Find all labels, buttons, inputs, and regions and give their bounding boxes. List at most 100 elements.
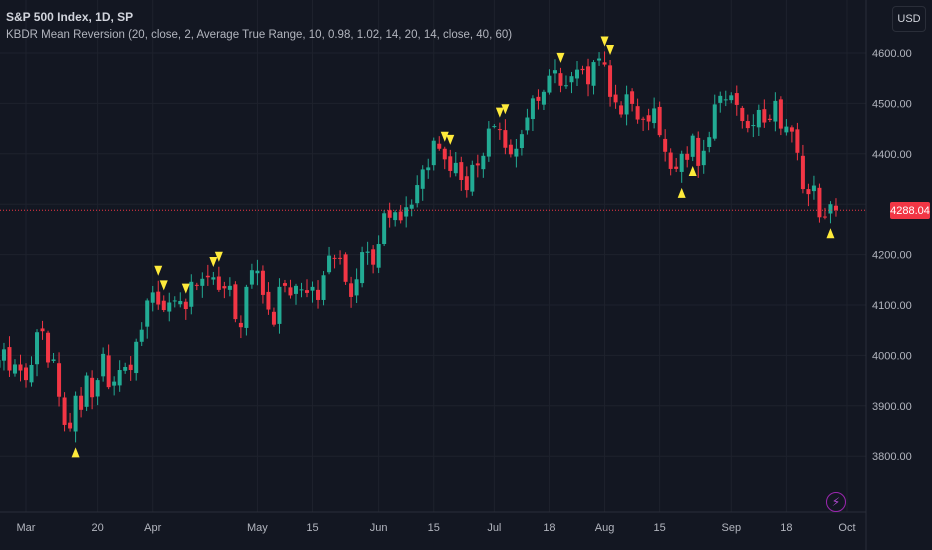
candle-body [773, 100, 778, 122]
candle-body [343, 254, 348, 282]
candle-body [729, 95, 734, 101]
candle-body [740, 107, 745, 122]
candle-body [90, 377, 95, 398]
candle-body [7, 347, 12, 371]
candle-body [541, 91, 546, 105]
candle-body [12, 364, 17, 374]
candle-body [503, 130, 508, 148]
candle-body [563, 85, 568, 87]
currency-button[interactable]: USD [892, 6, 926, 32]
candle-body [310, 286, 315, 291]
candle-body [652, 108, 657, 124]
candle-body [762, 109, 767, 123]
candle-body [216, 276, 221, 290]
y-tick-label: 4500.00 [872, 98, 912, 110]
candle-body [674, 166, 679, 169]
sell-signal-marker [495, 107, 504, 118]
candle-body [101, 353, 106, 377]
buy-signal-marker [71, 447, 80, 458]
y-tick-label: 3800.00 [872, 451, 912, 463]
candle-body [712, 104, 717, 139]
candlestick-chart[interactable]: 4600.00 4500.00 4400.00 4200.00 4100.00 4000.… [0, 0, 932, 550]
x-tick-label: May [247, 522, 268, 534]
candle-body [525, 117, 530, 131]
candle-body [519, 134, 524, 149]
candle-body [657, 106, 662, 136]
candle-body [139, 329, 144, 342]
candle-body [106, 355, 111, 388]
candle-body [552, 70, 557, 74]
candle-body [266, 291, 271, 310]
candle-body [35, 332, 40, 365]
candle-body [255, 270, 260, 274]
candle-body [249, 270, 254, 285]
candle-body [536, 96, 541, 101]
candle-body [233, 284, 238, 320]
symbol-title[interactable]: S&P 500 Index, 1D, SP [6, 8, 512, 26]
candle-body [597, 58, 602, 61]
candle-body [95, 380, 100, 397]
candle-body [327, 255, 332, 273]
candle-body [646, 115, 651, 122]
y-tick-label: 3900.00 [872, 401, 912, 413]
sell-signal-marker [446, 134, 455, 145]
candle-body [227, 285, 232, 290]
buy-signal-marker [826, 228, 835, 239]
candle-body [134, 341, 139, 374]
x-tick-label: Sep [721, 522, 741, 534]
candle-body [745, 121, 750, 129]
sell-signal-marker [159, 280, 168, 291]
candle-body [117, 370, 122, 386]
candle-body [382, 213, 387, 245]
candle-body [624, 94, 629, 115]
candle-body [57, 363, 62, 397]
indicator-title[interactable]: KBDR Mean Reversion (20, close, 2, Avera… [6, 26, 512, 44]
lightning-icon[interactable]: ⚡︎ [826, 492, 846, 512]
candle-body [376, 244, 381, 268]
candle-body [387, 210, 392, 218]
candle-body [128, 364, 133, 371]
y-tick-label: 4600.00 [872, 48, 912, 60]
candle-body [481, 155, 486, 170]
candle-body [464, 176, 469, 191]
candle-body [547, 75, 552, 93]
candle-body [222, 286, 227, 289]
candle-body [200, 278, 205, 286]
candle-body [630, 91, 635, 104]
candle-body [79, 395, 84, 410]
candle-body [828, 204, 833, 214]
sell-signal-marker [556, 52, 565, 63]
candle-body [211, 277, 216, 280]
candle-body [271, 311, 276, 325]
candle-body [619, 105, 624, 115]
y-tick-label: 4400.00 [872, 149, 912, 161]
candle-body [613, 94, 618, 103]
candle-body [51, 359, 56, 361]
candle-body [244, 286, 249, 328]
candle-body [514, 148, 519, 157]
candle-body [679, 153, 684, 172]
candle-body [778, 99, 783, 129]
x-tick-label: 15 [654, 522, 666, 534]
candle-body [299, 289, 304, 291]
candle-body [178, 300, 183, 305]
sell-signal-marker [154, 265, 163, 276]
candle-body [123, 366, 128, 371]
candle-body [811, 185, 816, 192]
candle-body [608, 65, 613, 97]
last-price-label: 4288.04 [890, 202, 930, 220]
candle-body [822, 216, 827, 218]
candle-body [723, 99, 728, 101]
candle-body [437, 143, 442, 149]
candle-body [172, 300, 177, 302]
candle-body [795, 129, 800, 153]
candle-body [321, 275, 326, 300]
sell-signal-marker [181, 283, 190, 294]
candle-body [817, 187, 822, 218]
x-tick-label: 18 [543, 522, 555, 534]
x-tick-label: Jul [487, 522, 501, 534]
candle-body [431, 140, 436, 166]
candle-body [150, 292, 155, 303]
candle-body [635, 106, 640, 120]
y-tick-label: 4200.00 [872, 250, 912, 262]
